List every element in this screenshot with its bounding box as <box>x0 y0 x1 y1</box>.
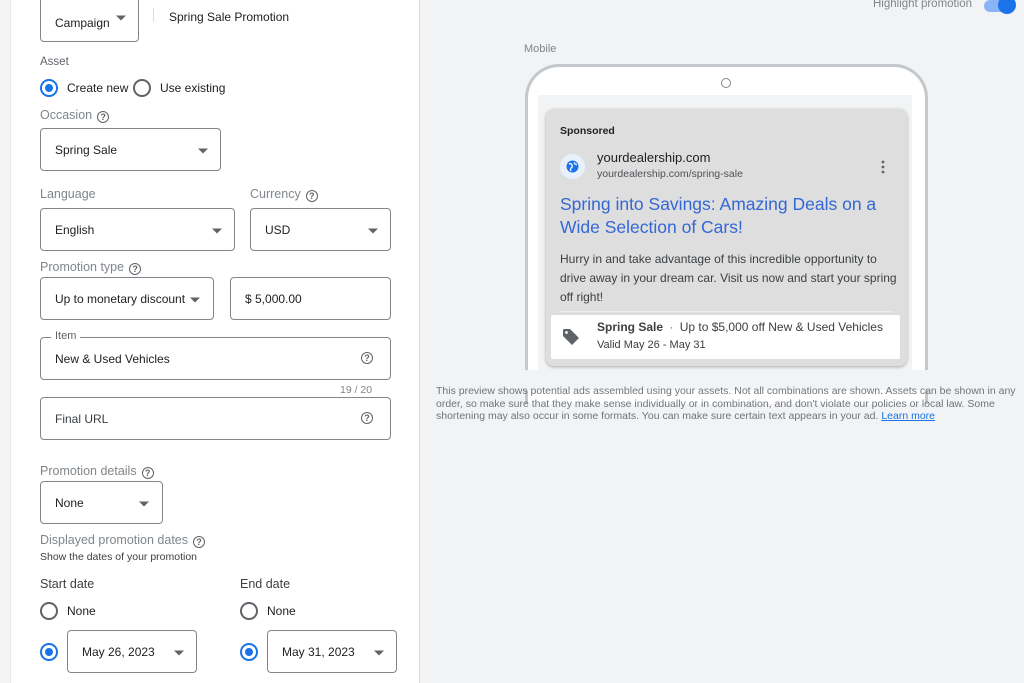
ad-description: Hurry in and take advantage of this incr… <box>560 252 897 304</box>
globe-icon <box>560 154 585 179</box>
promo-occasion: Spring Sale <box>597 320 664 334</box>
end-date-label: End date <box>240 577 291 591</box>
item-value: New & Used Vehicles <box>55 352 170 366</box>
occasion-label: Occasion? <box>40 108 110 123</box>
language-value: English <box>55 222 95 237</box>
level-select[interactable]: Campaign <box>40 0 139 42</box>
left-gutter <box>0 0 11 683</box>
end-date-custom-radio[interactable] <box>240 643 258 661</box>
chevron-down-icon <box>174 650 184 655</box>
promo-separator: · <box>669 320 674 334</box>
displayed-dates-label: Displayed promotion dates? <box>40 533 205 548</box>
ad-site-name[interactable]: yourdealership.com <box>597 150 710 165</box>
use-existing-label[interactable]: Use existing <box>160 81 225 95</box>
language-select[interactable]: English <box>40 208 235 251</box>
currency-label-text: Currency <box>250 187 301 201</box>
ad-display-url[interactable]: yourdealership.com/spring-sale <box>597 168 743 180</box>
tag-icon <box>561 327 581 352</box>
chevron-down-icon <box>368 228 378 233</box>
end-date-none-radio[interactable] <box>240 602 258 620</box>
help-icon[interactable]: ? <box>141 467 154 479</box>
help-icon[interactable]: ? <box>97 111 110 123</box>
occasion-select[interactable]: Spring Sale <box>40 128 221 171</box>
promo-divider <box>560 311 893 312</box>
sponsored-label: Sponsored <box>560 125 615 137</box>
chevron-down-icon <box>374 650 384 655</box>
start-date-none-radio[interactable] <box>40 602 58 620</box>
chevron-down-icon <box>198 148 208 153</box>
level-select-value: Campaign <box>55 16 110 30</box>
displayed-dates-sublabel: Show the dates of your promotion <box>40 551 198 563</box>
end-date-none-label[interactable]: None <box>267 604 296 618</box>
promo-line: Spring Sale · Up to $5,000 off New & Use… <box>597 320 883 334</box>
promo-text: Up to $5,000 off New & Used Vehicles <box>679 320 883 334</box>
item-floating-label: Item <box>51 330 81 342</box>
promotion-details-label-text: Promotion details <box>40 464 137 478</box>
currency-value: USD <box>265 222 291 237</box>
promotion-type-select[interactable]: Up to monetary discount <box>40 277 214 320</box>
discount-amount-value: $ 5,000.00 <box>245 291 302 306</box>
final-url-input[interactable]: Final URL ? <box>40 397 391 440</box>
create-new-radio[interactable] <box>40 79 58 97</box>
help-icon[interactable]: ? <box>129 263 142 275</box>
help-icon[interactable]: ? <box>305 190 318 202</box>
promotion-details-label: Promotion details? <box>40 464 154 479</box>
start-date-custom-radio[interactable] <box>40 643 58 661</box>
help-icon[interactable]: ? <box>361 412 373 424</box>
currency-select[interactable]: USD <box>250 208 391 251</box>
item-char-counter: 19 / 20 <box>340 384 373 396</box>
language-label: Language <box>40 187 96 201</box>
occasion-value: Spring Sale <box>55 142 118 157</box>
ad-headline[interactable]: Spring into Savings: Amazing Deals on a … <box>560 193 895 239</box>
promotion-details-value: None <box>55 495 84 510</box>
device-label: Mobile <box>524 43 557 55</box>
divider <box>153 8 154 22</box>
promotion-details-select[interactable]: None <box>40 481 163 524</box>
preview-disclaimer: This preview shows potential ads assembl… <box>436 385 1021 423</box>
help-icon[interactable]: ? <box>361 352 373 364</box>
start-date-none-label[interactable]: None <box>67 604 96 618</box>
chevron-down-icon <box>116 15 126 21</box>
chevron-down-icon <box>139 501 149 506</box>
phone-camera <box>721 78 731 88</box>
promotion-type-value: Up to monetary discount <box>55 291 186 306</box>
help-icon[interactable]: ? <box>193 536 205 548</box>
promo-dates: Valid May 26 - May 31 <box>597 339 706 351</box>
use-existing-radio[interactable] <box>133 79 151 97</box>
chevron-down-icon <box>190 297 200 302</box>
learn-more-link[interactable]: Learn more <box>881 410 935 422</box>
discount-amount-input[interactable]: $ 5,000.00 <box>230 277 391 320</box>
displayed-dates-label-text: Displayed promotion dates <box>40 533 188 547</box>
chevron-down-icon <box>212 228 222 233</box>
occasion-label-text: Occasion <box>40 108 93 122</box>
currency-label: Currency? <box>250 187 318 202</box>
campaign-name: Spring Sale Promotion <box>169 10 290 24</box>
end-date-select[interactable]: May 31, 2023 <box>267 630 397 673</box>
start-date-value: May 26, 2023 <box>82 644 155 659</box>
item-input[interactable]: Item New & Used Vehicles ? <box>40 330 391 380</box>
asset-label: Asset <box>40 56 69 68</box>
start-date-label: Start date <box>40 577 95 591</box>
create-new-label[interactable]: Create new <box>67 81 128 95</box>
promotion-type-label: Promotion type? <box>40 260 142 275</box>
highlight-promotion-label: Highlight promotion <box>873 0 973 10</box>
start-date-select[interactable]: May 26, 2023 <box>67 630 197 673</box>
end-date-value: May 31, 2023 <box>282 644 355 659</box>
final-url-placeholder: Final URL <box>55 411 109 426</box>
promotion-type-label-text: Promotion type <box>40 260 125 274</box>
more-vert-icon[interactable] <box>881 160 885 174</box>
